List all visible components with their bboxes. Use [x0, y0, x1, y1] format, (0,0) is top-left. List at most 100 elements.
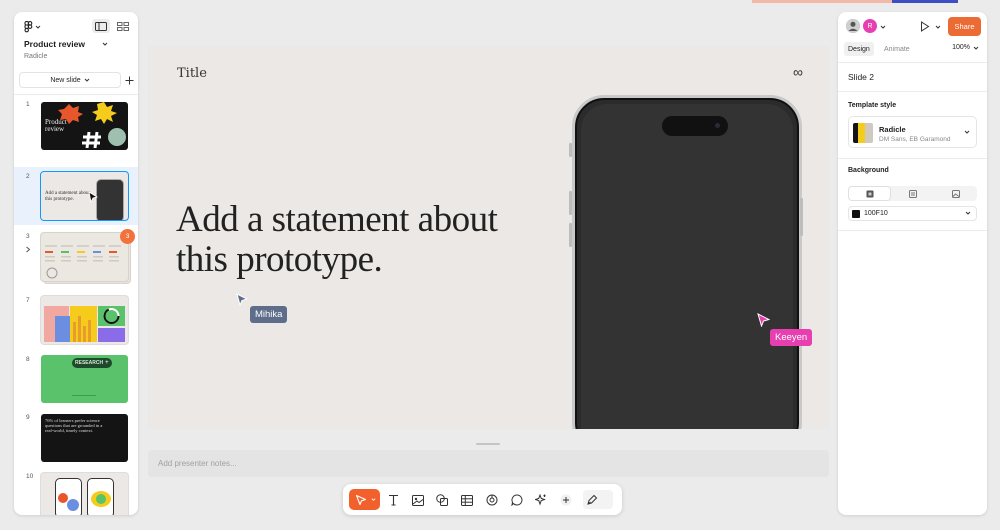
image-fill-icon	[951, 189, 960, 198]
comment-tool-button[interactable]	[508, 491, 526, 509]
slide-thumbnail[interactable]: Add a statement about this prototype.	[40, 171, 129, 221]
file-name[interactable]: Product review	[24, 39, 85, 49]
cursor-arrow-icon	[355, 494, 367, 505]
chevron-down-icon[interactable]	[880, 24, 886, 30]
comment-count-badge[interactable]: 3	[120, 229, 135, 244]
plus-circle-icon	[560, 494, 572, 506]
collaborator-name-tag: Mihika	[250, 306, 288, 323]
slide-item[interactable]: 9 76% of learners prefer science questio…	[14, 408, 138, 466]
background-solid-option[interactable]	[849, 187, 890, 200]
cursor-icon	[88, 191, 98, 203]
slide-thumbnail[interactable]: Product review	[41, 102, 128, 150]
slide-thumbnail[interactable]: 76% of learners prefer science questions…	[41, 414, 128, 462]
phone-side-button	[569, 223, 572, 247]
slide-thumb-title: 76% of learners prefer science questions…	[45, 418, 103, 434]
background-image-option[interactable]	[935, 187, 976, 200]
stamp-icon	[486, 494, 498, 506]
stamp-tool-button[interactable]	[483, 491, 501, 509]
chevron-down-icon[interactable]	[102, 41, 108, 47]
solid-fill-icon	[866, 190, 873, 197]
template-style-picker[interactable]: Radicle DM Sans, EB Garamond	[848, 116, 977, 148]
slide-statement[interactable]: Add a statement about this prototype.	[176, 200, 516, 280]
presenter-notes-input[interactable]	[148, 450, 829, 477]
shapes-icon	[436, 494, 448, 506]
share-button[interactable]: Share	[948, 17, 981, 36]
zoom-level: 100%	[952, 44, 970, 51]
move-tool-button[interactable]	[349, 489, 380, 510]
slide-item[interactable]: 1 Product review	[14, 96, 138, 164]
template-swatch	[853, 123, 873, 143]
slide-canvas[interactable]: Title ∞ Add a statement about this proto…	[148, 46, 829, 429]
slides-panel: Product review Radicle New slide 1 Produ…	[14, 12, 138, 515]
team-name: Radicle	[24, 53, 48, 60]
background-gradient-option[interactable]	[892, 187, 933, 200]
gradient-fill-icon	[908, 189, 917, 198]
slide-item[interactable]: 10	[14, 467, 138, 515]
slide-thumbnail[interactable]	[41, 296, 128, 344]
file-header: Product review Radicle	[14, 12, 138, 64]
new-slide-button[interactable]: New slide	[19, 72, 121, 88]
collaborator-cursor-icon	[757, 313, 770, 327]
background-color-field[interactable]: 100F10	[848, 206, 977, 221]
color-hex-value[interactable]: 100F10	[864, 210, 888, 217]
main-menu-button[interactable]	[24, 20, 46, 34]
selected-slide-name: Slide 2	[848, 72, 874, 82]
slide-number: 2	[26, 173, 30, 180]
notes-resize-handle[interactable]	[476, 443, 500, 445]
dev-mode-toggle[interactable]	[583, 490, 613, 509]
phone-screen	[581, 104, 793, 429]
slide-thumbnail[interactable]: RESEARCH +	[41, 355, 128, 403]
chevron-down-icon	[35, 25, 41, 29]
table-tool-button[interactable]	[458, 491, 476, 509]
color-swatch[interactable]	[852, 210, 860, 218]
add-slide-button[interactable]	[123, 72, 135, 88]
slide-item[interactable]: 8 RESEARCH +	[14, 350, 138, 406]
add-tool-button[interactable]	[557, 491, 575, 509]
tab-animate[interactable]: Animate	[880, 42, 914, 56]
tab-design[interactable]: Design	[844, 42, 874, 56]
slide-group[interactable]: 3 3	[14, 227, 138, 289]
slide-thumbnail[interactable]	[41, 233, 128, 281]
actions-tool-button[interactable]	[532, 491, 550, 509]
collaborator-avatar[interactable]: R	[863, 19, 877, 33]
user-avatar[interactable]	[846, 19, 860, 33]
thumb-line	[72, 395, 96, 396]
slide-item[interactable]: 7	[14, 291, 138, 347]
panel-tabs: Design Animate 100%	[838, 41, 987, 57]
slide-item-selected[interactable]: 2 Add a statement about this prototype.	[14, 167, 138, 225]
play-icon[interactable]	[920, 21, 930, 32]
text-tool-button[interactable]	[384, 491, 402, 509]
zoom-dropdown[interactable]: 100%	[952, 44, 979, 51]
dynamic-island	[662, 116, 728, 136]
single-view-button[interactable]	[92, 19, 110, 33]
view-toggle	[92, 19, 132, 33]
table-icon	[461, 494, 473, 506]
chevron-down-icon[interactable]	[935, 24, 941, 30]
phone-side-button	[569, 191, 572, 215]
template-style-heading: Template style	[848, 102, 897, 109]
research-chip: RESEARCH +	[72, 358, 112, 368]
shape-tool-button[interactable]	[433, 491, 451, 509]
table-thumb-artwork	[45, 245, 121, 279]
phone-thumb	[96, 179, 124, 220]
plus-icon	[125, 76, 133, 84]
infinity-logo-icon: ∞	[793, 64, 803, 80]
grid-view-button[interactable]	[114, 19, 132, 33]
background-heading: Background	[848, 167, 889, 174]
new-slide-row: New slide	[19, 72, 133, 88]
chevron-down-icon	[965, 211, 971, 215]
phone-thumb	[55, 478, 82, 515]
chevron-down-icon	[964, 130, 970, 134]
presenter-notes	[148, 450, 829, 477]
chevron-down-icon	[371, 498, 376, 501]
sparkle-icon	[535, 494, 546, 506]
image-tool-button[interactable]	[409, 491, 427, 509]
slide-thumbnail[interactable]	[41, 473, 128, 515]
properties-panel: R Share Design Animate 100% Slide 2 Temp…	[838, 12, 987, 515]
slide-number: 3	[26, 233, 30, 240]
template-fonts: DM Sans, EB Garamond	[879, 136, 951, 143]
phone-mockup[interactable]	[572, 95, 802, 429]
slide-number: 1	[26, 101, 30, 108]
slide-title[interactable]: Title	[177, 66, 207, 81]
chevron-right-icon[interactable]	[25, 246, 31, 253]
